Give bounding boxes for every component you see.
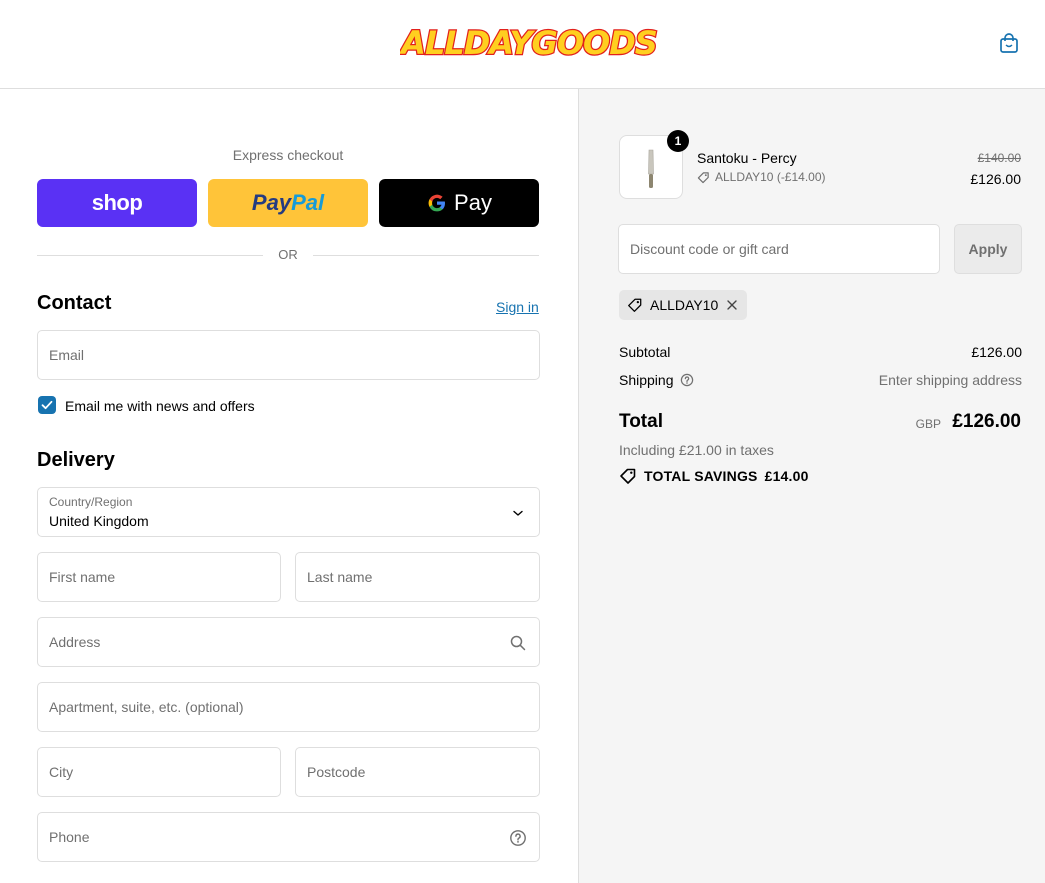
shop-pay-label: shop [91, 190, 143, 215]
paypal-button[interactable]: Pay Pal [208, 179, 368, 227]
country-select[interactable]: Country/Region United Kingdom [37, 487, 540, 537]
subtotal-value: £126.00 [971, 344, 1022, 360]
or-divider: OR [37, 247, 539, 263]
first-name-field[interactable]: First name [37, 552, 281, 602]
apply-discount-button[interactable]: Apply [954, 224, 1022, 274]
remove-discount-button[interactable] [725, 298, 739, 312]
quantity-badge: 1 [667, 130, 689, 152]
address-field[interactable]: Address [37, 617, 540, 667]
shipping-value: Enter shipping address [878, 372, 1022, 388]
postcode-field[interactable]: Postcode [295, 747, 540, 797]
shipping-label: Shipping [619, 372, 674, 388]
site-header: ALLDAYGOODS [0, 0, 1045, 89]
tag-icon [697, 171, 709, 183]
city-field[interactable]: City [37, 747, 281, 797]
express-checkout-title: Express checkout [232, 147, 344, 163]
product-original-price: £140.00 [977, 151, 1021, 165]
postcode-placeholder: Postcode [307, 764, 366, 780]
shipping-label-group: Shipping [619, 372, 694, 388]
search-icon [510, 635, 526, 651]
paypal-label-pay: Pay [251, 190, 292, 215]
google-pay-button[interactable]: Pay [379, 179, 539, 227]
newsletter-checkbox[interactable] [38, 396, 56, 414]
last-name-placeholder: Last name [307, 569, 373, 585]
total-savings: TOTAL SAVINGS £14.00 [619, 467, 809, 485]
total-value: £126.00 [952, 411, 1021, 432]
google-g-icon [428, 194, 446, 212]
applied-discount-code: ALLDAY10 [650, 297, 719, 313]
alldaygoods-logo[interactable]: ALLDAYGOODS [400, 20, 658, 66]
total-currency: GBP [915, 417, 941, 431]
first-name-placeholder: First name [49, 569, 116, 585]
tax-note: Including £21.00 in taxes [619, 442, 774, 458]
help-circle-icon[interactable] [509, 829, 527, 847]
discount-code-input[interactable]: Discount code or gift card [618, 224, 940, 274]
contact-heading: Contact [37, 292, 112, 314]
divider-line-right [313, 255, 539, 256]
last-name-field[interactable]: Last name [295, 552, 540, 602]
paypal-label-pal: Pal [291, 190, 325, 215]
check-icon [41, 400, 53, 410]
product-discount-note: ALLDAY10 (-£14.00) [697, 170, 826, 184]
product-name: Santoku - Percy [697, 150, 797, 166]
chevron-down-icon [513, 510, 523, 516]
discount-code-placeholder: Discount code or gift card [630, 241, 789, 257]
google-pay-label: Pay [454, 190, 492, 215]
country-label: Country/Region [49, 495, 133, 509]
checkout-form-panel: Express checkout shop Pay Pal Pay OR Cont… [0, 89, 578, 883]
help-circle-icon[interactable] [680, 373, 694, 387]
total-savings-value: £14.00 [764, 468, 809, 484]
applied-discount-tag: ALLDAY10 [619, 290, 748, 320]
product-discount-text: ALLDAY10 (-£14.00) [715, 170, 826, 184]
city-placeholder: City [49, 764, 74, 780]
email-placeholder: Email [49, 347, 85, 363]
sign-in-link[interactable]: Sign in [496, 299, 539, 315]
total-savings-label: TOTAL SAVINGS [644, 468, 758, 484]
subtotal-label: Subtotal [619, 344, 671, 360]
phone-placeholder: Phone [49, 829, 90, 845]
email-field[interactable]: Email [37, 330, 540, 380]
shop-pay-button[interactable]: shop [37, 179, 197, 227]
shopping-bag-icon[interactable] [998, 32, 1020, 54]
total-label: Total [619, 411, 663, 432]
delivery-heading: Delivery [37, 449, 115, 471]
close-icon [727, 300, 737, 310]
phone-field[interactable]: Phone [37, 812, 540, 862]
svg-text:ALLDAYGOODS: ALLDAYGOODS [400, 24, 657, 62]
address-placeholder: Address [49, 634, 101, 650]
order-summary-panel: 1 Santoku - Percy ALLDAY10 (-£14.00) £14… [578, 89, 1045, 883]
tag-icon [628, 298, 642, 312]
apartment-field[interactable]: Apartment, suite, etc. (optional) [37, 682, 540, 732]
product-price: £126.00 [970, 171, 1021, 187]
apartment-placeholder: Apartment, suite, etc. (optional) [49, 699, 244, 715]
country-value: United Kingdom [49, 513, 149, 529]
savings-tag-icon [620, 468, 636, 484]
newsletter-label: Email me with news and offers [65, 398, 255, 414]
